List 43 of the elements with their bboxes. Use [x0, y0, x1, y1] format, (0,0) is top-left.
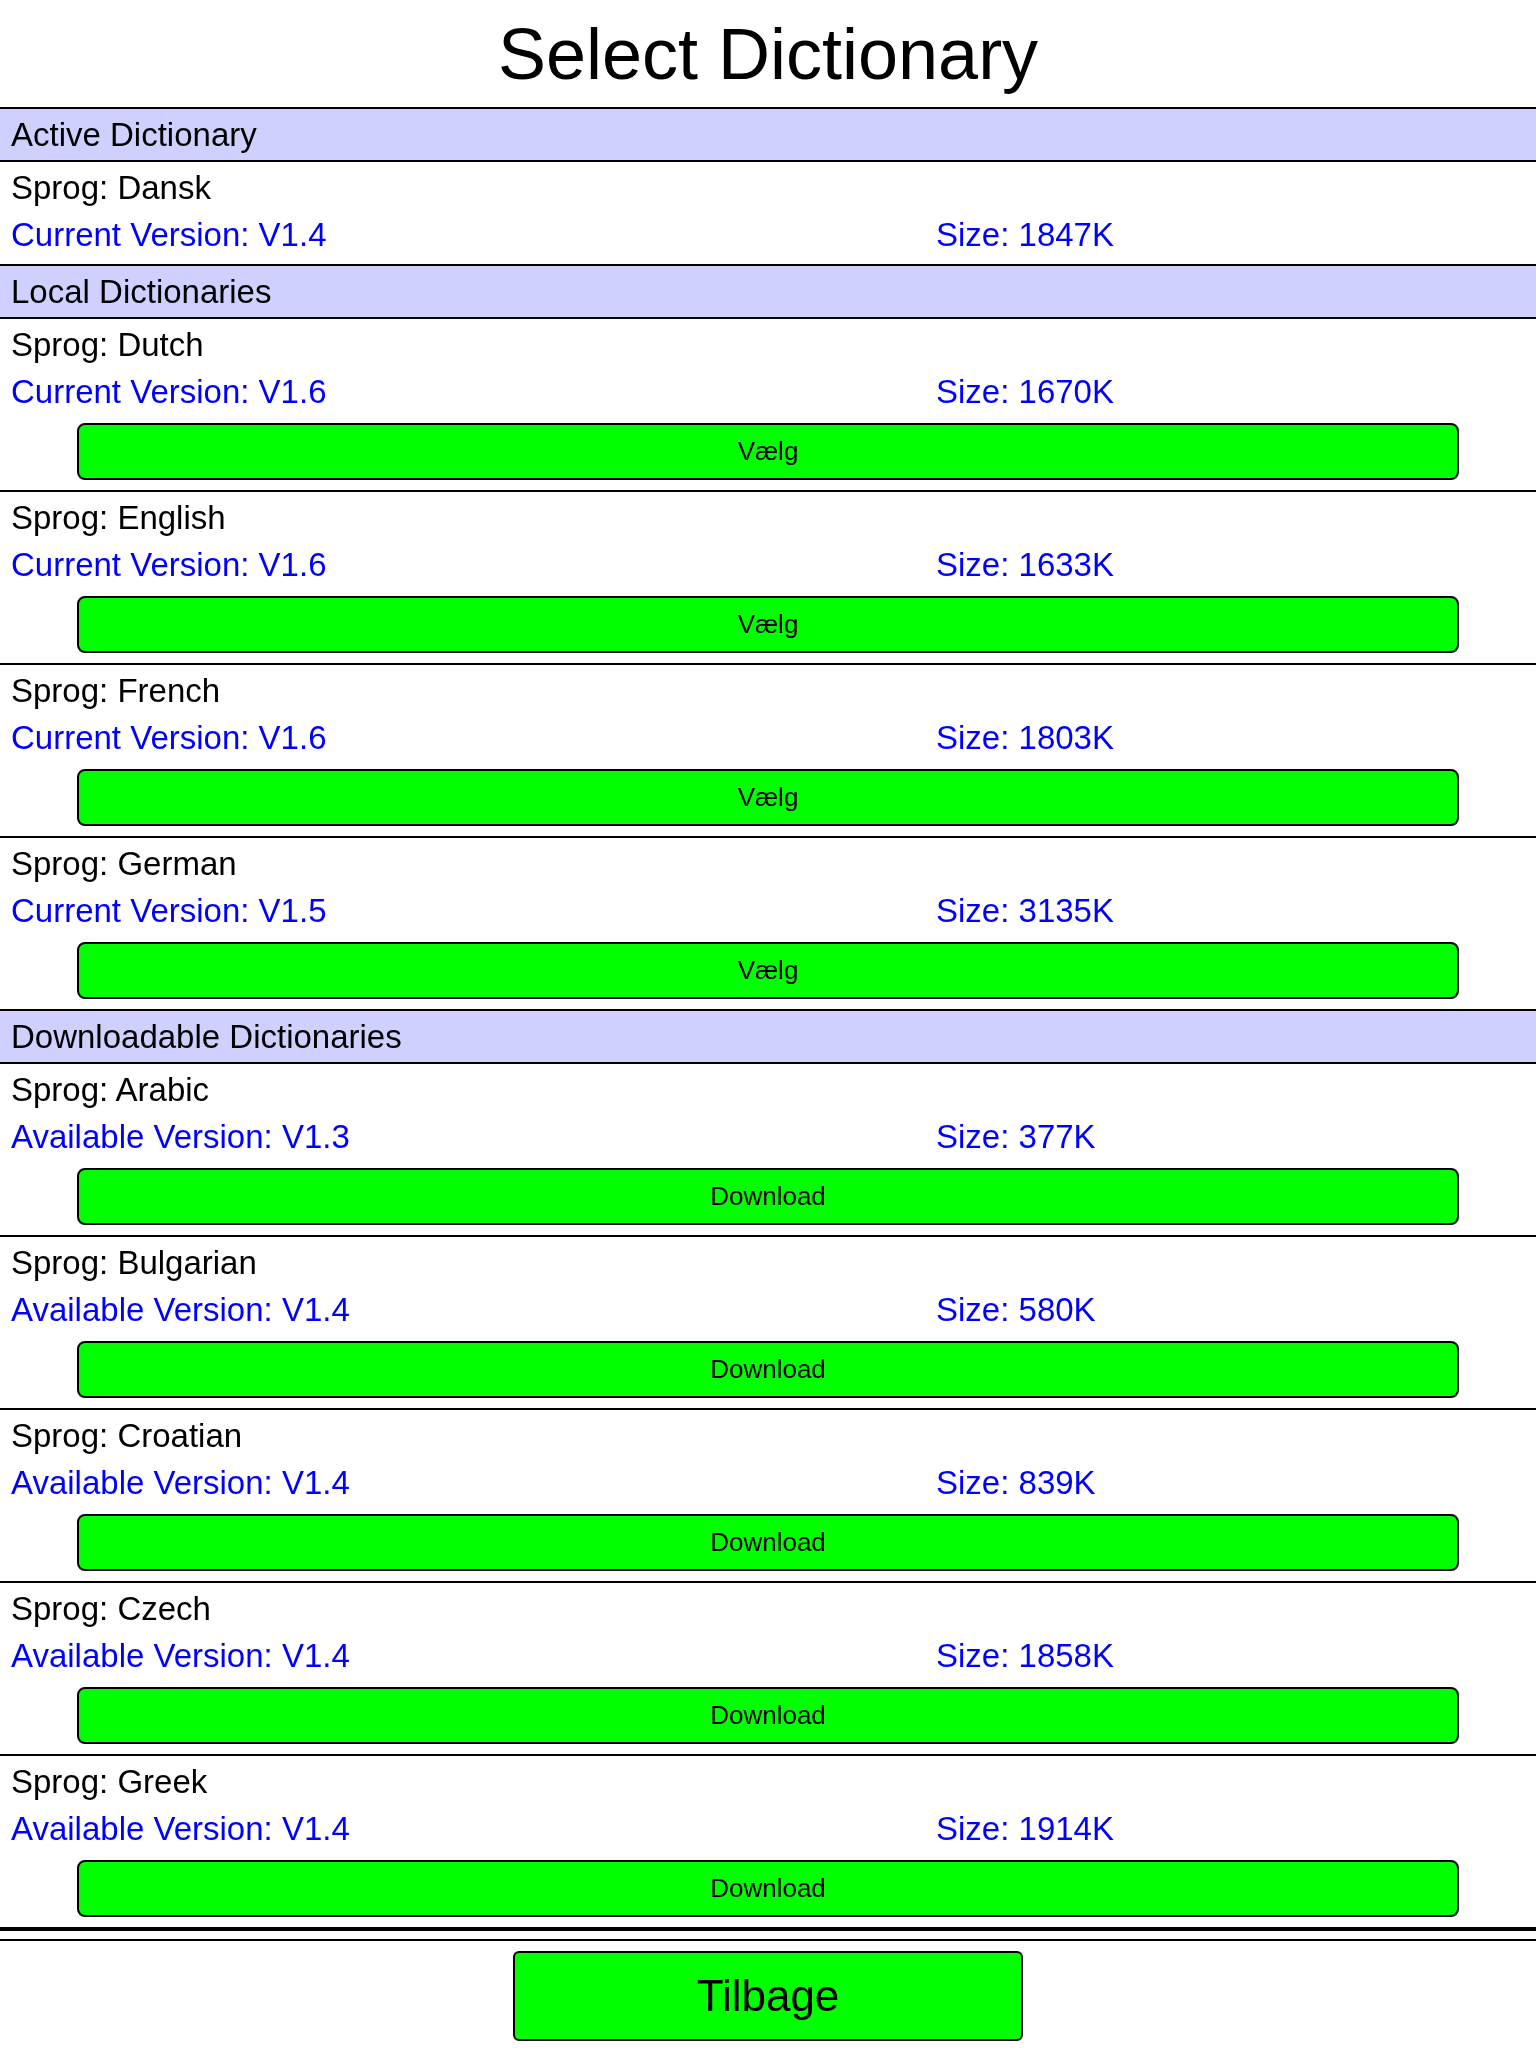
language-label: Sprog: Czech: [10, 1589, 212, 1629]
version-label: Available Version: V1.4: [10, 1291, 351, 1329]
size-label: Size: 1858K: [936, 1637, 1114, 1675]
select-button[interactable]: Download: [77, 1341, 1459, 1398]
language-label: Sprog: English: [10, 498, 227, 538]
select-button[interactable]: Download: [77, 1860, 1459, 1917]
section-header: Active Dictionary: [0, 109, 1536, 162]
select-button[interactable]: Download: [77, 1687, 1459, 1744]
size-label: Size: 3135K: [936, 892, 1114, 930]
language-label: Sprog: Dutch: [10, 325, 205, 365]
back-button[interactable]: Tilbage: [513, 1951, 1023, 2041]
select-button[interactable]: Vælg: [77, 942, 1459, 999]
select-button[interactable]: Vælg: [77, 769, 1459, 826]
version-label: Available Version: V1.4: [10, 1464, 351, 1502]
version-label: Current Version: V1.6: [10, 546, 328, 584]
size-label: Size: 1847K: [936, 216, 1114, 254]
language-label: Sprog: German: [10, 844, 238, 884]
version-label: Available Version: V1.3: [10, 1118, 351, 1156]
size-label: Size: 377K: [936, 1118, 1096, 1156]
size-label: Size: 1633K: [936, 546, 1114, 584]
version-label: Current Version: V1.6: [10, 719, 328, 757]
section-header: Downloadable Dictionaries: [0, 1011, 1536, 1064]
select-button[interactable]: Vælg: [77, 423, 1459, 480]
language-label: Sprog: Greek: [10, 1762, 209, 1802]
size-label: Size: 1914K: [936, 1810, 1114, 1848]
version-label: Available Version: V1.4: [10, 1637, 351, 1675]
select-button[interactable]: Download: [77, 1514, 1459, 1571]
size-label: Size: 839K: [936, 1464, 1096, 1502]
size-label: Size: 1670K: [936, 373, 1114, 411]
size-label: Size: 1803K: [936, 719, 1114, 757]
version-label: Current Version: V1.5: [10, 892, 328, 930]
version-label: Current Version: V1.4: [10, 216, 328, 254]
language-label: Sprog: Croatian: [10, 1416, 244, 1456]
select-button[interactable]: Download: [77, 1168, 1459, 1225]
language-label: Sprog: Arabic: [10, 1070, 211, 1110]
language-label: Sprog: Bulgarian: [10, 1243, 258, 1283]
version-label: Available Version: V1.4: [10, 1810, 351, 1848]
language-label: Sprog: French: [10, 671, 222, 711]
section-header: Local Dictionaries: [0, 266, 1536, 319]
language-label: Sprog: Dansk: [10, 168, 212, 208]
select-button[interactable]: Vælg: [77, 596, 1459, 653]
size-label: Size: 580K: [936, 1291, 1096, 1329]
version-label: Current Version: V1.6: [10, 373, 328, 411]
